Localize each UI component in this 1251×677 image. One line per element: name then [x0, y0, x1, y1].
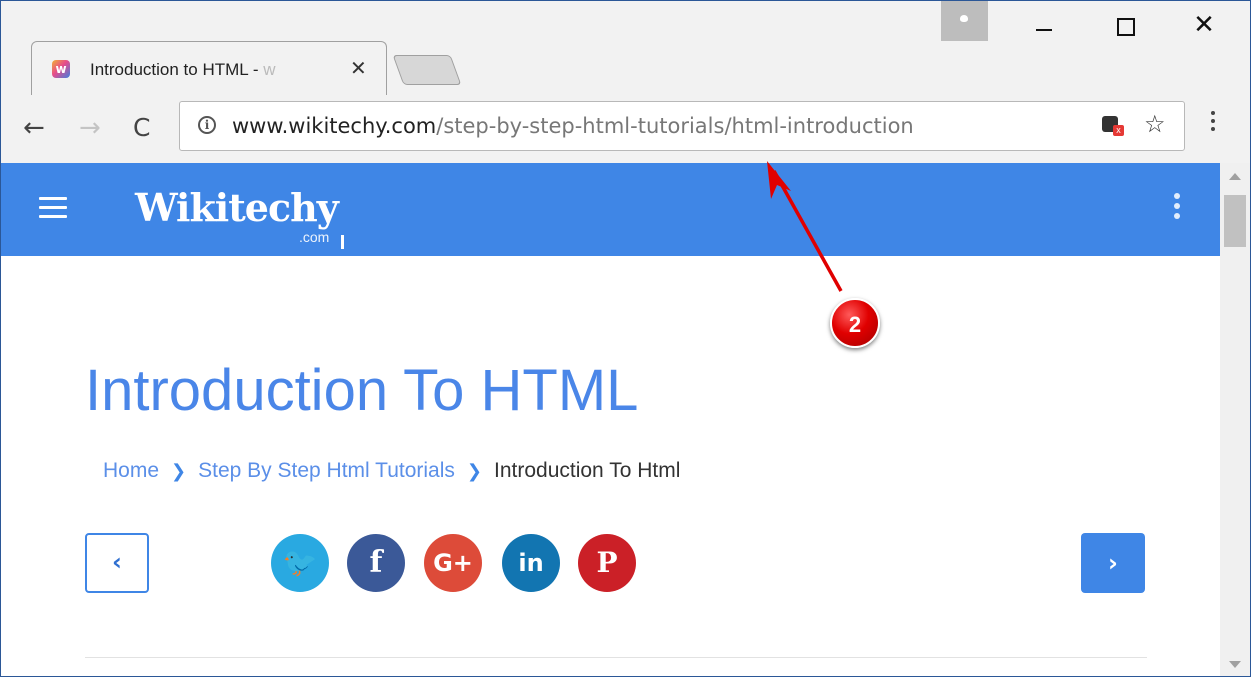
- logo-accent: [341, 235, 344, 249]
- favicon-icon: w: [52, 60, 70, 78]
- browser-tab-active[interactable]: w Introduction to HTML - w ✕: [31, 41, 387, 96]
- tab-title-text: Introduction to HTML -: [90, 60, 264, 79]
- annotation-number-badge: 2: [830, 298, 880, 348]
- address-bar[interactable]: i www.wikitechy.com/step-by-step-html-tu…: [179, 101, 1185, 151]
- tab-title-fade: w: [263, 60, 276, 79]
- maximize-button[interactable]: [1103, 7, 1149, 37]
- linkedin-glyph: in: [518, 549, 544, 577]
- chevron-right-icon: ❯: [466, 461, 482, 482]
- site-header: Wikitechy .com: [1, 163, 1220, 256]
- extension-icon[interactable]: x: [1102, 114, 1124, 136]
- minimize-icon: [1036, 29, 1052, 31]
- content-divider: [85, 657, 1147, 658]
- scroll-down-icon[interactable]: [1229, 661, 1241, 668]
- chevron-right-icon: ❯: [171, 461, 187, 482]
- breadcrumb: Home ❯ Step By Step Html Tutorials ❯ Introdu…: [103, 459, 680, 483]
- chevron-right-icon: ›: [1108, 549, 1118, 577]
- vertical-scrollbar[interactable]: [1220, 163, 1250, 676]
- tab-strip: w Introduction to HTML - w ✕ ✕: [1, 1, 1250, 96]
- googleplus-share-icon[interactable]: G+: [424, 534, 482, 592]
- chevron-left-icon: ‹: [112, 548, 122, 576]
- linkedin-share-icon[interactable]: in: [502, 534, 560, 592]
- pinterest-share-icon[interactable]: P: [578, 534, 636, 592]
- tab-close-icon[interactable]: ✕: [350, 56, 367, 80]
- back-arrow-icon[interactable]: ←: [23, 113, 45, 143]
- twitter-share-icon[interactable]: 🐦: [271, 534, 329, 592]
- reload-icon[interactable]: C: [133, 113, 150, 143]
- extension-badge: x: [1113, 125, 1124, 136]
- site-logo[interactable]: Wikitechy: [135, 185, 339, 230]
- minimize-button[interactable]: [1021, 7, 1067, 37]
- scrollbar-thumb[interactable]: [1224, 195, 1246, 247]
- breadcrumb-current: Introduction To Html: [494, 459, 681, 482]
- page-title: Introduction To HTML: [85, 358, 639, 423]
- site-logo-domain: .com: [299, 229, 330, 245]
- header-kebab-icon[interactable]: [1174, 193, 1180, 223]
- twitter-bird-glyph: 🐦: [282, 546, 318, 579]
- hamburger-menu-icon[interactable]: [39, 197, 67, 224]
- previous-page-button[interactable]: ‹: [85, 533, 149, 593]
- url-path: /step-by-step-html-tutorials/html-introd…: [436, 114, 914, 138]
- scroll-up-icon[interactable]: [1229, 173, 1241, 180]
- googleplus-glyph: G+: [433, 549, 473, 577]
- page-viewport: Wikitechy .com Introduction To HTML Home…: [1, 163, 1220, 676]
- browser-window: w Introduction to HTML - w ✕ ✕ ← → C i w…: [0, 0, 1251, 677]
- browser-toolbar: ← → C i www.wikitechy.com/step-by-step-h…: [1, 95, 1250, 163]
- tab-title: Introduction to HTML - w: [90, 60, 276, 80]
- new-tab-button[interactable]: [392, 55, 462, 85]
- close-icon: ✕: [1193, 10, 1215, 40]
- bookmark-star-icon[interactable]: ☆: [1144, 110, 1166, 138]
- next-page-button[interactable]: ›: [1081, 533, 1145, 593]
- breadcrumb-section[interactable]: Step By Step Html Tutorials: [198, 459, 455, 482]
- close-window-button[interactable]: ✕: [1181, 7, 1227, 40]
- forward-arrow-icon[interactable]: →: [79, 113, 101, 143]
- kebab-menu-icon[interactable]: [1210, 111, 1216, 135]
- pinterest-glyph: P: [596, 546, 618, 579]
- profile-icon[interactable]: [941, 1, 988, 41]
- url-host: www.wikitechy.com: [232, 114, 437, 138]
- facebook-f-glyph: f: [369, 545, 383, 580]
- breadcrumb-home[interactable]: Home: [103, 459, 159, 482]
- maximize-icon: [1117, 18, 1135, 36]
- info-icon[interactable]: i: [198, 116, 216, 134]
- url-text[interactable]: www.wikitechy.com/step-by-step-html-tuto…: [232, 114, 914, 138]
- facebook-share-icon[interactable]: f: [347, 534, 405, 592]
